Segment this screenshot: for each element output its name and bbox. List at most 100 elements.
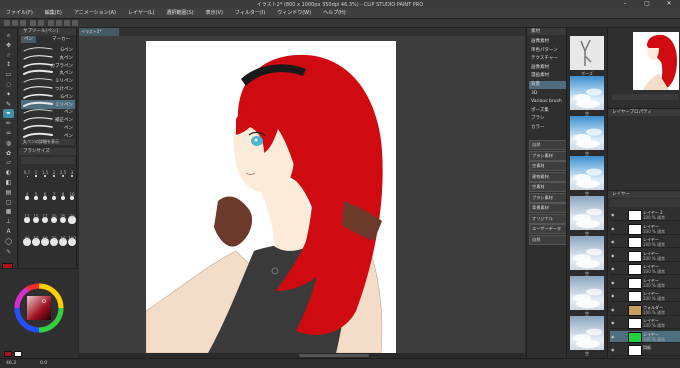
layer-row[interactable]: ◉ レイヤー 100 % 通常 xyxy=(610,317,680,329)
tab-marker[interactable]: マーカー xyxy=(49,36,73,43)
blend-tool-icon[interactable]: ◐ xyxy=(3,168,14,177)
navigator-zoom-slider[interactable] xyxy=(612,94,678,100)
sky-material-thumbnail[interactable] xyxy=(570,276,604,310)
color-wheel[interactable] xyxy=(14,283,64,333)
eye-icon[interactable]: ◉ xyxy=(611,226,616,231)
eye-icon[interactable]: ◉ xyxy=(611,307,616,312)
material-tag-button[interactable]: 空素材 xyxy=(529,161,567,171)
brush-size-option[interactable] xyxy=(35,175,37,177)
clear-icon[interactable] xyxy=(48,20,54,26)
transform-icon[interactable] xyxy=(56,20,62,26)
material-tag-button[interactable]: 自然 xyxy=(529,140,567,150)
eye-icon[interactable]: ◉ xyxy=(611,293,616,298)
undo-icon[interactable] xyxy=(30,20,36,26)
auto-select-tool-icon[interactable]: ✦ xyxy=(3,90,14,99)
maximize-button[interactable]: ▢ xyxy=(636,0,658,8)
material-category[interactable]: 画像素材 xyxy=(529,38,567,46)
angle-readout[interactable]: 0.0 xyxy=(40,361,47,366)
layer-row[interactable]: ◉ フォルダー 100 % 通常 xyxy=(610,304,680,316)
canvas-tab[interactable]: イラスト2* xyxy=(79,28,119,36)
subtool-detail-button[interactable]: 丸ペンの詳細を表示 xyxy=(21,139,75,145)
material-tag-button[interactable]: ユーザーデータ xyxy=(529,224,567,234)
close-button[interactable]: ✕ xyxy=(658,0,680,8)
material-tag-button[interactable]: 建物素材 xyxy=(529,171,567,182)
tab-pen[interactable]: ペン xyxy=(21,36,36,43)
zoom-readout[interactable]: 46.3 xyxy=(6,361,16,366)
eye-icon[interactable]: ◉ xyxy=(611,280,616,285)
sky-material-thumbnail[interactable] xyxy=(570,76,604,110)
gradient-tool-icon[interactable]: ▤ xyxy=(3,188,14,197)
eye-icon[interactable]: ◉ xyxy=(611,266,616,271)
lasso-tool-icon[interactable]: ◌ xyxy=(3,80,14,89)
layer-row[interactable]: ◉ レイヤー 100 % 通常 xyxy=(610,330,680,343)
material-tag-button[interactable]: ブラシ素材 xyxy=(529,150,567,161)
eye-icon[interactable]: ◉ xyxy=(611,347,616,352)
correct-line-tool-icon[interactable]: ∿ xyxy=(3,247,14,256)
canvas-paper[interactable] xyxy=(146,41,396,353)
mini-sub-color[interactable] xyxy=(14,351,22,357)
material-category[interactable]: ブラシ xyxy=(529,115,567,123)
material-category[interactable]: ポーズ集 xyxy=(529,107,567,115)
figure-tool-icon[interactable]: ▢ xyxy=(3,198,14,207)
menu-item-7[interactable]: ウィンドウ(W) xyxy=(271,8,317,18)
layer-row[interactable]: ◉ レイヤー 100 % 通常 xyxy=(610,250,680,262)
sky-material-thumbnail[interactable] xyxy=(570,236,604,270)
material-tag-button[interactable]: ブラシ素材 xyxy=(529,192,567,203)
layer-row[interactable]: ◉ レイヤー 100 % 通常 xyxy=(610,223,680,235)
sky-material-thumbnail[interactable] xyxy=(570,116,604,150)
operation-tool-icon[interactable]: ☝ xyxy=(3,51,14,60)
brush-size-option[interactable] xyxy=(70,174,74,178)
material-tag-button[interactable]: 自然 xyxy=(529,234,567,245)
invert-selection-icon[interactable] xyxy=(72,20,78,26)
material-tag-button[interactable]: オリジナル xyxy=(529,213,567,224)
material-tag-button[interactable]: 背景素材 xyxy=(529,203,567,213)
material-category[interactable]: カラー xyxy=(529,124,567,132)
balloon-tool-icon[interactable]: ◯ xyxy=(3,237,14,246)
pencil-tool-icon[interactable]: ✏ xyxy=(3,119,14,128)
material-category[interactable]: Various brush xyxy=(529,98,567,106)
deselect-icon[interactable] xyxy=(64,20,70,26)
selection-tool-icon[interactable]: ▭ xyxy=(3,70,14,79)
eraser-tool-icon[interactable]: ▱ xyxy=(3,158,14,167)
sky-material-thumbnail[interactable] xyxy=(570,196,604,230)
sky-material-thumbnail[interactable] xyxy=(570,156,604,190)
eye-icon[interactable]: ◉ xyxy=(611,320,616,325)
layer-row[interactable]: ◉ レイヤー 100 % 通常 xyxy=(610,236,680,248)
menu-item-4[interactable]: 選択範囲(S) xyxy=(161,8,200,18)
menu-item-5[interactable]: 表示(V) xyxy=(200,8,229,18)
layer-blend-mode-bar[interactable] xyxy=(610,199,680,207)
scroll-thumb[interactable] xyxy=(299,354,369,357)
material-category[interactable]: 漫画素材 xyxy=(529,72,567,80)
fill-tool-icon[interactable]: ◧ xyxy=(3,178,14,187)
menu-item-0[interactable]: ファイル(F) xyxy=(0,8,39,18)
decoration-tool-icon[interactable]: ✿ xyxy=(3,149,14,158)
pen-tool-icon[interactable]: ✒ xyxy=(3,109,14,119)
redo-icon[interactable] xyxy=(38,20,44,26)
pose-material-thumbnail[interactable] xyxy=(570,36,604,70)
material-category[interactable]: テクスチャー xyxy=(529,55,567,63)
minimize-button[interactable]: – xyxy=(614,0,636,8)
material-category[interactable]: 3D xyxy=(529,90,567,98)
move-tool-icon[interactable]: ✥ xyxy=(3,41,14,50)
menu-item-3[interactable]: レイヤー(L) xyxy=(122,8,161,18)
eyedropper-tool-icon[interactable]: ✎ xyxy=(3,100,14,109)
material-category[interactable]: 画像素材 xyxy=(529,64,567,72)
eye-icon[interactable]: ◉ xyxy=(611,334,616,339)
text-tool-icon[interactable]: A xyxy=(3,227,14,236)
brush-size-option[interactable] xyxy=(61,174,65,178)
brush-size-option[interactable] xyxy=(26,175,28,177)
brush-tool-icon[interactable]: ♒ xyxy=(3,129,14,138)
sky-material-thumbnail[interactable] xyxy=(570,316,604,350)
navigator-preview[interactable] xyxy=(633,32,679,90)
new-icon[interactable] xyxy=(4,20,10,26)
frame-tool-icon[interactable]: ▦ xyxy=(3,207,14,216)
material-category[interactable]: 単色パターン xyxy=(529,47,567,55)
menu-item-1[interactable]: 編集(E) xyxy=(39,8,68,18)
layer-row[interactable]: ◉ レイヤー 100 % 通常 xyxy=(610,290,680,302)
material-tag-button[interactable]: 空素材 xyxy=(529,182,567,192)
menu-item-2[interactable]: アニメーション(A) xyxy=(68,8,122,18)
ruler-tool-icon[interactable]: ⊥ xyxy=(3,217,14,226)
zoom-tool-icon[interactable]: ⌕ xyxy=(3,31,14,40)
eye-icon[interactable]: ◉ xyxy=(611,253,616,258)
mini-main-color[interactable] xyxy=(4,351,12,357)
